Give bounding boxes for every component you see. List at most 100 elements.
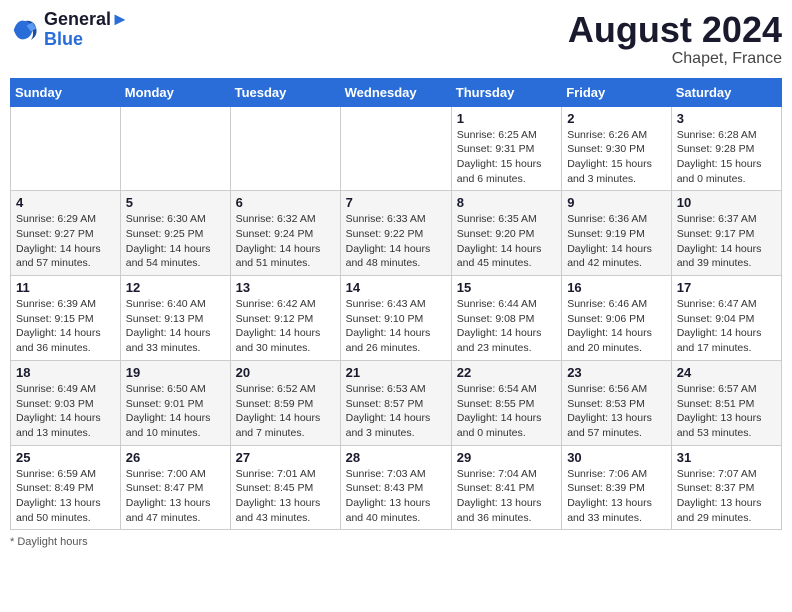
calendar-day-cell: 18 Sunrise: 6:49 AMSunset: 9:03 PMDayligh… — [11, 360, 121, 445]
day-number: 27 — [236, 450, 335, 465]
calendar-day-cell: 26 Sunrise: 7:00 AMSunset: 8:47 PMDayligh… — [120, 445, 230, 530]
calendar-day-cell: 23 Sunrise: 6:56 AMSunset: 8:53 PMDayligh… — [562, 360, 672, 445]
day-number: 18 — [16, 365, 115, 380]
calendar-day-cell — [340, 106, 451, 191]
day-info: Sunrise: 6:49 AMSunset: 9:03 PMDaylight:… — [16, 382, 115, 441]
day-number: 26 — [126, 450, 225, 465]
weekday-header-cell: Tuesday — [230, 78, 340, 106]
footer-note: * Daylight hours — [10, 536, 782, 548]
calendar-day-cell: 10 Sunrise: 6:37 AMSunset: 9:17 PMDayligh… — [671, 191, 781, 276]
day-number: 3 — [677, 111, 776, 126]
calendar-day-cell: 1 Sunrise: 6:25 AMSunset: 9:31 PMDaylight… — [451, 106, 561, 191]
day-info: Sunrise: 6:39 AMSunset: 9:15 PMDaylight:… — [16, 297, 115, 356]
day-number: 2 — [567, 111, 666, 126]
day-info: Sunrise: 7:03 AMSunset: 8:43 PMDaylight:… — [346, 467, 446, 526]
weekday-header-cell: Thursday — [451, 78, 561, 106]
day-number: 30 — [567, 450, 666, 465]
weekday-header-cell: Wednesday — [340, 78, 451, 106]
day-number: 17 — [677, 280, 776, 295]
day-number: 6 — [236, 195, 335, 210]
day-info: Sunrise: 6:57 AMSunset: 8:51 PMDaylight:… — [677, 382, 776, 441]
day-info: Sunrise: 6:47 AMSunset: 9:04 PMDaylight:… — [677, 297, 776, 356]
day-number: 1 — [457, 111, 556, 126]
day-info: Sunrise: 7:06 AMSunset: 8:39 PMDaylight:… — [567, 467, 666, 526]
day-info: Sunrise: 6:26 AMSunset: 9:30 PMDaylight:… — [567, 128, 666, 187]
header: General► Blue August 2024 Chapet, France — [10, 10, 782, 68]
calendar-day-cell — [120, 106, 230, 191]
day-info: Sunrise: 7:04 AMSunset: 8:41 PMDaylight:… — [457, 467, 556, 526]
calendar-day-cell: 16 Sunrise: 6:46 AMSunset: 9:06 PMDayligh… — [562, 276, 672, 361]
calendar-day-cell: 13Sunrise: 6:42 AMSunset: 9:12 PMDayligh… — [230, 276, 340, 361]
calendar-week-row: 25 Sunrise: 6:59 AMSunset: 8:49 PMDayligh… — [11, 445, 782, 530]
calendar-day-cell: 15 Sunrise: 6:44 AMSunset: 9:08 PMDayligh… — [451, 276, 561, 361]
calendar-day-cell — [11, 106, 121, 191]
calendar-day-cell: 24 Sunrise: 6:57 AMSunset: 8:51 PMDayligh… — [671, 360, 781, 445]
calendar-day-cell: 6Sunrise: 6:32 AMSunset: 9:24 PMDaylight… — [230, 191, 340, 276]
calendar-day-cell: 9 Sunrise: 6:36 AMSunset: 9:19 PMDaylight… — [562, 191, 672, 276]
calendar-day-cell: 20Sunrise: 6:52 AMSunset: 8:59 PMDayligh… — [230, 360, 340, 445]
day-number: 9 — [567, 195, 666, 210]
day-number: 15 — [457, 280, 556, 295]
day-info: Sunrise: 6:54 AMSunset: 8:55 PMDaylight:… — [457, 382, 556, 441]
day-number: 5 — [126, 195, 225, 210]
day-number: 21 — [346, 365, 446, 380]
day-info: Sunrise: 6:36 AMSunset: 9:19 PMDaylight:… — [567, 212, 666, 271]
day-info: Sunrise: 6:25 AMSunset: 9:31 PMDaylight:… — [457, 128, 556, 187]
day-info: Sunrise: 6:33 AMSunset: 9:22 PMDaylight:… — [346, 212, 446, 271]
calendar-day-cell: 28 Sunrise: 7:03 AMSunset: 8:43 PMDayligh… — [340, 445, 451, 530]
day-info: Sunrise: 6:53 AMSunset: 8:57 PMDaylight:… — [346, 382, 446, 441]
day-info: Sunrise: 6:44 AMSunset: 9:08 PMDaylight:… — [457, 297, 556, 356]
day-info: Sunrise: 6:42 AMSunset: 9:12 PMDaylight:… — [236, 297, 335, 356]
title-area: August 2024 Chapet, France — [568, 10, 782, 68]
day-number: 28 — [346, 450, 446, 465]
day-number: 4 — [16, 195, 115, 210]
calendar-day-cell: 30 Sunrise: 7:06 AMSunset: 8:39 PMDayligh… — [562, 445, 672, 530]
weekday-header-cell: Friday — [562, 78, 672, 106]
calendar-day-cell — [230, 106, 340, 191]
day-info: Sunrise: 6:46 AMSunset: 9:06 PMDaylight:… — [567, 297, 666, 356]
day-info: Sunrise: 6:37 AMSunset: 9:17 PMDaylight:… — [677, 212, 776, 271]
calendar-day-cell: 12 Sunrise: 6:40 AMSunset: 9:13 PMDayligh… — [120, 276, 230, 361]
day-info: Sunrise: 6:29 AMSunset: 9:27 PMDaylight:… — [16, 212, 115, 271]
day-number: 19 — [126, 365, 225, 380]
footer-note-text: Daylight hours — [17, 536, 87, 548]
calendar-day-cell: 4 Sunrise: 6:29 AMSunset: 9:27 PMDaylight… — [11, 191, 121, 276]
day-number: 11 — [16, 280, 115, 295]
day-info: Sunrise: 7:00 AMSunset: 8:47 PMDaylight:… — [126, 467, 225, 526]
calendar-day-cell: 17 Sunrise: 6:47 AMSunset: 9:04 PMDayligh… — [671, 276, 781, 361]
day-number: 10 — [677, 195, 776, 210]
day-number: 8 — [457, 195, 556, 210]
day-info: Sunrise: 6:40 AMSunset: 9:13 PMDaylight:… — [126, 297, 225, 356]
logo-icon — [10, 15, 40, 45]
calendar-day-cell: 21 Sunrise: 6:53 AMSunset: 8:57 PMDayligh… — [340, 360, 451, 445]
day-number: 16 — [567, 280, 666, 295]
calendar-day-cell: 11 Sunrise: 6:39 AMSunset: 9:15 PMDayligh… — [11, 276, 121, 361]
logo: General► Blue — [10, 10, 129, 50]
day-number: 24 — [677, 365, 776, 380]
calendar-day-cell: 31Sunrise: 7:07 AMSunset: 8:37 PMDayligh… — [671, 445, 781, 530]
calendar-day-cell: 19 Sunrise: 6:50 AMSunset: 9:01 PMDayligh… — [120, 360, 230, 445]
day-info: Sunrise: 6:52 AMSunset: 8:59 PMDaylight:… — [236, 382, 335, 441]
weekday-header-cell: Sunday — [11, 78, 121, 106]
calendar-table: SundayMondayTuesdayWednesdayThursdayFrid… — [10, 78, 782, 531]
calendar-week-row: 4 Sunrise: 6:29 AMSunset: 9:27 PMDaylight… — [11, 191, 782, 276]
day-number: 12 — [126, 280, 225, 295]
day-info: Sunrise: 6:35 AMSunset: 9:20 PMDaylight:… — [457, 212, 556, 271]
calendar-week-row: 1 Sunrise: 6:25 AMSunset: 9:31 PMDaylight… — [11, 106, 782, 191]
calendar-day-cell: 2 Sunrise: 6:26 AMSunset: 9:30 PMDaylight… — [562, 106, 672, 191]
day-number: 7 — [346, 195, 446, 210]
calendar-day-cell: 25 Sunrise: 6:59 AMSunset: 8:49 PMDayligh… — [11, 445, 121, 530]
day-number: 25 — [16, 450, 115, 465]
day-number: 22 — [457, 365, 556, 380]
calendar-body: 1 Sunrise: 6:25 AMSunset: 9:31 PMDaylight… — [11, 106, 782, 530]
location-title: Chapet, France — [568, 50, 782, 68]
calendar-day-cell: 7 Sunrise: 6:33 AMSunset: 9:22 PMDaylight… — [340, 191, 451, 276]
calendar-week-row: 11 Sunrise: 6:39 AMSunset: 9:15 PMDayligh… — [11, 276, 782, 361]
weekday-header-cell: Saturday — [671, 78, 781, 106]
calendar-day-cell: 3Sunrise: 6:28 AMSunset: 9:28 PMDaylight… — [671, 106, 781, 191]
day-info: Sunrise: 6:50 AMSunset: 9:01 PMDaylight:… — [126, 382, 225, 441]
calendar-day-cell: 8 Sunrise: 6:35 AMSunset: 9:20 PMDaylight… — [451, 191, 561, 276]
day-number: 23 — [567, 365, 666, 380]
day-info: Sunrise: 6:56 AMSunset: 8:53 PMDaylight:… — [567, 382, 666, 441]
day-info: Sunrise: 6:59 AMSunset: 8:49 PMDaylight:… — [16, 467, 115, 526]
